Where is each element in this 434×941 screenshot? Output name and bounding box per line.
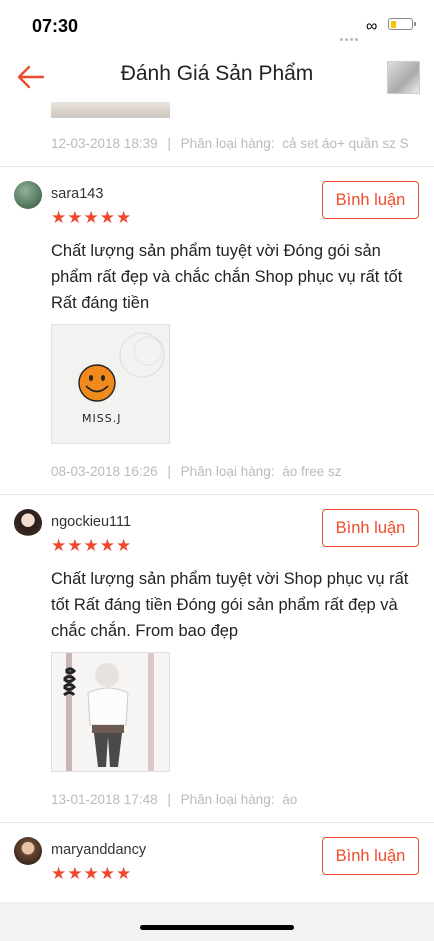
rating-stars: ★★★★★ (51, 208, 133, 227)
status-bar: 07:30 ∞ (0, 0, 434, 52)
signal-icon (340, 28, 360, 41)
product-thumbnail[interactable] (387, 61, 420, 94)
review-meta: 08-03-2018 16:26 | Phân loại hàng: áo fr… (51, 464, 342, 479)
variant-label: Phân loại hàng: (180, 136, 275, 151)
header: Đánh Giá Sản Phẩm (0, 52, 434, 102)
home-indicator[interactable] (140, 925, 294, 930)
rating-stars: ★★★★★ (51, 864, 133, 883)
photo-caption: MISS.J (82, 412, 121, 425)
review-username[interactable]: sara143 (51, 186, 103, 202)
comment-button[interactable]: Bình luận (322, 837, 419, 875)
review-username[interactable]: maryanddancy (51, 842, 146, 858)
status-time: 07:30 (32, 16, 79, 36)
review-photo[interactable]: MISS.J (51, 324, 170, 444)
review-date: 13-01-2018 17:48 (51, 792, 158, 807)
avatar[interactable] (14, 509, 42, 537)
divider (0, 494, 434, 495)
divider (0, 822, 434, 823)
review-photo[interactable] (51, 652, 170, 772)
page-title: Đánh Giá Sản Phẩm (120, 62, 314, 85)
review-date: 08-03-2018 16:26 (51, 464, 158, 479)
bottom-bar (0, 902, 434, 941)
divider (0, 166, 434, 167)
review-meta: 12-03-2018 18:39 | Phân loại hàng: cả se… (51, 136, 409, 151)
battery-fill (390, 20, 397, 28)
variant-label: Phân loại hàng: (180, 792, 275, 807)
comment-button[interactable]: Bình luận (322, 509, 419, 547)
review-text: Chất lượng sản phẩm tuyệt vời Đóng gói s… (51, 242, 403, 312)
review-list[interactable]: 12-03-2018 18:39 | Phân loại hàng: cả se… (0, 102, 434, 902)
review-photo[interactable] (51, 102, 170, 118)
link-icon: ∞ (366, 18, 378, 35)
comment-button[interactable]: Bình luận (322, 181, 419, 219)
variant-value: cả set áo+ quần sz S (282, 136, 409, 151)
avatar[interactable] (14, 837, 42, 865)
variant-label: Phân loại hàng: (180, 464, 275, 479)
variant-value: áo (282, 792, 298, 807)
rating-stars: ★★★★★ (51, 536, 133, 555)
review-date: 12-03-2018 18:39 (51, 136, 158, 151)
variant-value: áo free sz (282, 464, 342, 479)
review-username[interactable]: ngockieu111 (51, 514, 131, 530)
avatar[interactable] (14, 181, 42, 209)
review-meta: 13-01-2018 17:48 | Phân loại hàng: áo (51, 792, 298, 807)
review-text: Chất lượng sản phẩm tuyệt vời Shop phục … (51, 570, 409, 640)
battery-icon (388, 18, 416, 30)
